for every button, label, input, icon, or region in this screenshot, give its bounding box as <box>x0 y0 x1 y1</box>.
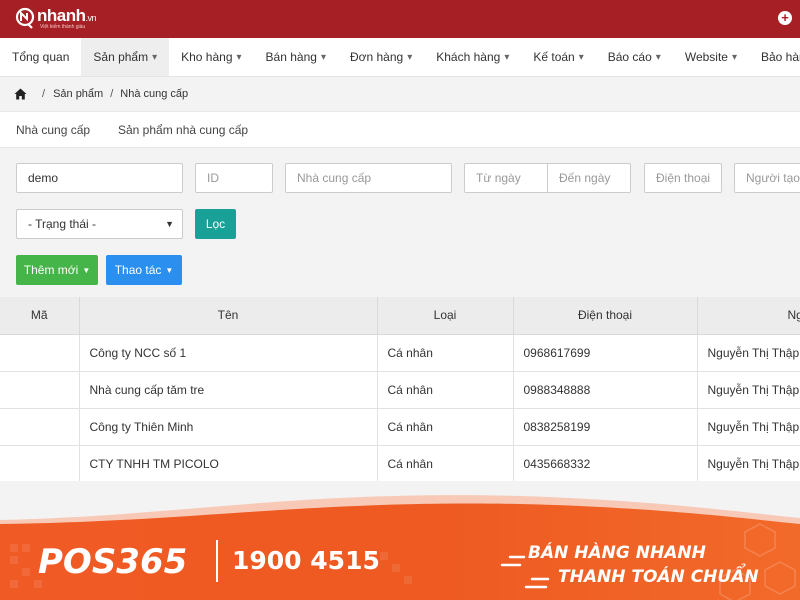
menu-item-label: Bảo hành <box>761 50 800 64</box>
cell-code <box>0 445 80 481</box>
menu-item[interactable]: Website ▾ <box>673 38 749 76</box>
add-new-button[interactable]: Thêm mới ▼ <box>16 255 98 285</box>
pos365-logo: POS365 <box>38 542 188 582</box>
promo-banner: POS365 1900 4515 BÁN HÀNG NHANH THANH TO… <box>0 482 800 600</box>
brand-tagline: Việt kiếm thành giàu <box>40 24 86 30</box>
status-select[interactable]: - Trạng thái - ▼ <box>16 209 183 239</box>
column-header-type[interactable]: Loại <box>377 297 514 335</box>
menu-item[interactable]: Khách hàng ▾ <box>424 38 521 76</box>
filter-panel: demo ID Nhà cung cấp Từ ngày Đến ngày Đi… <box>0 148 800 298</box>
keyword-input[interactable]: demo <box>16 163 183 193</box>
column-header-code[interactable]: Mã <box>0 297 80 335</box>
table-row[interactable]: Công ty NCC số 1 Cá nhân 0968617699 Nguyễn … <box>0 334 800 372</box>
slogan-line-1: BÁN HÀNG NHANH <box>528 543 706 563</box>
chevron-down-icon: ▾ <box>152 52 158 63</box>
table-row[interactable]: Công ty Thiên Minh Cá nhân 0838258199 Nguyễ… <box>0 408 800 446</box>
cell-phone: 0988348888 <box>513 371 698 409</box>
cell-name[interactable]: CTY TNHH TM PICOLO <box>79 445 378 481</box>
brand-logo[interactable]: nhanh.vn Việt kiếm thành giàu <box>14 6 96 32</box>
hotline-number[interactable]: 1900 4515 <box>232 546 380 575</box>
cell-type: Cá nhân <box>377 408 514 446</box>
cell-code <box>0 334 80 372</box>
cell-type: Cá nhân <box>377 334 514 372</box>
breadcrumb-suppliers: Nhà cung cấp <box>120 88 189 100</box>
menu-item-label: Bán hàng <box>265 50 317 64</box>
cell-phone: 0968617699 <box>513 334 698 372</box>
chevron-down-icon: ▾ <box>731 52 737 63</box>
cell-type: Cá nhân <box>377 445 514 481</box>
tab-suppliers[interactable]: Nhà cung cấp <box>16 112 90 148</box>
menu-item-label: Báo cáo <box>607 50 652 64</box>
status-select-value: - Trạng thái - <box>28 217 97 231</box>
banner-divider <box>216 540 218 582</box>
chevron-down-icon: ▾ <box>655 52 661 63</box>
chevron-down-icon: ▼ <box>165 219 174 229</box>
actions-button[interactable]: Thao tác ▼ <box>106 255 182 285</box>
tab-supplier-products[interactable]: Sản phẩm nhà cung cấp <box>118 112 248 148</box>
menu-item-label: Đơn hàng <box>349 50 404 64</box>
menu-item-label: Website <box>684 50 728 64</box>
logo-mark-icon <box>14 6 36 29</box>
breadcrumb-separator: / <box>110 88 114 100</box>
supplier-table-grid: Mã Tên Loại Điện thoại Ng Công ty NCC số… <box>0 297 800 481</box>
filter-button[interactable]: Lọc <box>195 209 236 239</box>
menu-item[interactable]: Tổng quan <box>0 38 81 76</box>
slogan-line-2: THANH TOÁN CHUẨN <box>558 567 759 587</box>
cell-code <box>0 408 80 446</box>
to-date-input[interactable]: Đến ngày <box>547 163 631 193</box>
add-icon[interactable]: + <box>778 11 792 25</box>
menu-item[interactable]: Kho hàng ▾ <box>169 38 253 76</box>
menu-item-label: Kế toán <box>533 50 575 64</box>
chevron-down-icon: ▾ <box>236 52 242 63</box>
menu-item[interactable]: Đơn hàng ▾ <box>338 38 424 76</box>
menu-item-label: Sản phẩm <box>93 50 149 64</box>
creator-input[interactable]: Người tạo <box>734 163 800 193</box>
chevron-down-icon: ▾ <box>407 52 413 63</box>
chevron-down-icon: ▾ <box>504 52 510 63</box>
cell-name[interactable]: Công ty NCC số 1 <box>79 334 378 372</box>
menu-item[interactable]: Kế toán ▾ <box>521 38 595 76</box>
id-input[interactable]: ID <box>195 163 273 193</box>
home-icon[interactable] <box>14 88 28 100</box>
table-header-row: Mã Tên Loại Điện thoại Ng <box>0 297 800 335</box>
cell-creator: Nguyễn Thị Thập <box>697 371 800 409</box>
sub-tabs: Nhà cung cấp Sản phẩm nhà cung cấp <box>0 111 800 148</box>
menu-item-label: Tổng quan <box>12 50 70 64</box>
cell-name[interactable]: Nhà cung cấp tăm tre <box>79 371 378 409</box>
cell-type: Cá nhân <box>377 371 514 409</box>
menu-item[interactable]: Báo cáo ▾ <box>596 38 673 76</box>
breadcrumb: / Sản phẩm / Nhà cung cấp <box>0 78 800 110</box>
cell-creator: Nguyễn Thị Thập <box>697 334 800 372</box>
menu-item[interactable]: Bảo hành <box>749 38 800 76</box>
from-date-input[interactable]: Từ ngày <box>464 163 549 193</box>
add-new-label: Thêm mới <box>23 263 79 277</box>
table-row[interactable]: CTY TNHH TM PICOLO Cá nhân 0435668332 Nguyễ… <box>0 445 800 481</box>
chevron-down-icon: ▼ <box>165 266 174 275</box>
column-header-creator[interactable]: Ng <box>697 297 800 335</box>
menu-item-label: Khách hàng <box>436 50 501 64</box>
cell-phone: 0838258199 <box>513 408 698 446</box>
top-bar: nhanh.vn Việt kiếm thành giàu + <box>0 0 800 38</box>
chevron-down-icon: ▾ <box>320 52 326 63</box>
cell-creator: Nguyễn Thị Thập <box>697 408 800 446</box>
cell-creator: Nguyễn Thị Thập <box>697 445 800 481</box>
phone-input[interactable]: Điện thoại <box>644 163 722 193</box>
chevron-down-icon: ▾ <box>578 52 584 63</box>
menu-item-label: Kho hàng <box>181 50 233 64</box>
menu-item[interactable]: Sản phẩm ▾ <box>81 38 170 76</box>
breadcrumb-products[interactable]: Sản phẩm <box>53 88 103 100</box>
supplier-table: Mã Tên Loại Điện thoại Ng Công ty NCC số… <box>0 297 800 481</box>
breadcrumb-separator: / <box>42 88 46 100</box>
cell-code <box>0 371 80 409</box>
actions-label: Thao tác <box>114 263 162 277</box>
chevron-down-icon: ▼ <box>82 266 91 275</box>
menu-item[interactable]: Bán hàng ▾ <box>254 38 338 76</box>
supplier-input[interactable]: Nhà cung cấp <box>285 163 452 193</box>
main-menu: Tổng quan Sản phẩm ▾ Kho hàng ▾ Bán hàng ▾ Đơn … <box>0 38 800 77</box>
cell-name[interactable]: Công ty Thiên Minh <box>79 408 378 446</box>
column-header-name[interactable]: Tên <box>79 297 378 335</box>
cell-phone: 0435668332 <box>513 445 698 481</box>
table-row[interactable]: Nhà cung cấp tăm tre Cá nhân 0988348888 Ngu… <box>0 371 800 409</box>
column-header-phone[interactable]: Điện thoại <box>513 297 698 335</box>
